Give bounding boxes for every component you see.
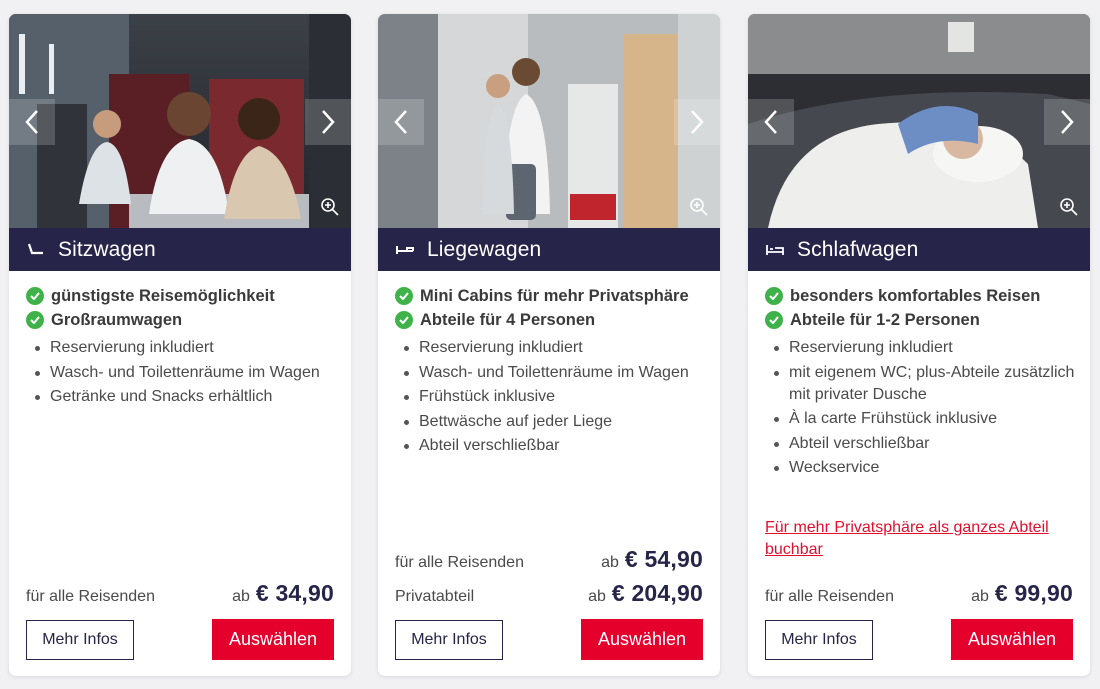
list-item: Abteil verschließbar	[401, 435, 711, 457]
private-compartment-link[interactable]: Für mehr Privatsphäre als ganzes Abteil …	[765, 517, 1075, 561]
list-item: Reservierung inkludiert	[771, 337, 1081, 359]
price-value: ab € 204,90	[588, 580, 703, 607]
feature-check-label: Abteile für 4 Personen	[420, 310, 596, 329]
prev-image-arrow[interactable]	[378, 99, 424, 145]
page: Sitzwagen günstigste Reisemöglichkeit Gr…	[0, 0, 1100, 689]
feature-check: günstigste Reisemöglichkeit	[26, 284, 275, 308]
price-label: für alle Reisenden	[395, 554, 524, 571]
next-image-arrow[interactable]	[1044, 99, 1090, 145]
bed-icon	[765, 243, 787, 257]
card-title: Liegewagen	[427, 237, 542, 261]
check-circle-icon	[395, 311, 413, 329]
card-header: Sitzwagen	[9, 228, 351, 271]
price-label: Privatabteil	[395, 588, 475, 605]
photo-sitzwagen	[9, 14, 351, 228]
chevron-left-icon	[764, 110, 777, 134]
zoom-button[interactable]	[315, 192, 345, 222]
next-image-arrow[interactable]	[674, 99, 720, 145]
price-value: ab € 34,90	[232, 580, 334, 607]
feature-check-label: besonders komfortables Reisen	[790, 286, 1041, 305]
feature-check-label: Mini Cabins für mehr Privatsphäre	[420, 286, 689, 305]
photo-liegewagen	[378, 14, 720, 228]
check-circle-icon	[395, 287, 413, 305]
feature-check-label: günstigste Reisemöglichkeit	[51, 286, 275, 305]
list-item: À la carte Frühstück inklusive	[771, 408, 1081, 430]
more-info-button[interactable]: Mehr Infos	[765, 620, 873, 660]
price-label: für alle Reisenden	[26, 588, 155, 605]
zoom-button[interactable]	[1054, 192, 1084, 222]
check-circle-icon	[765, 311, 783, 329]
feature-check: Abteile für 4 Personen	[395, 308, 689, 332]
price-row: für alle Reisenden ab € 99,90	[765, 580, 1073, 607]
card-title: Sitzwagen	[58, 237, 156, 261]
seat-icon	[26, 243, 48, 257]
card-schlafwagen: Schlafwagen besonders komfortables Reise…	[748, 14, 1090, 676]
feature-checks: günstigste Reisemöglichkeit Großraumwage…	[26, 284, 275, 332]
feature-list: Reservierung inkludiert Wasch- und Toile…	[401, 337, 711, 460]
feature-check: Mini Cabins für mehr Privatsphäre	[395, 284, 689, 308]
select-button[interactable]: Auswählen	[212, 619, 334, 660]
more-info-button[interactable]: Mehr Infos	[26, 620, 134, 660]
price-prefix: ab	[601, 554, 619, 571]
check-circle-icon	[765, 287, 783, 305]
couchette-icon	[395, 243, 417, 257]
select-button[interactable]: Auswählen	[581, 619, 703, 660]
price-prefix: ab	[232, 588, 250, 605]
feature-checks: besonders komfortables Reisen Abteile fü…	[765, 284, 1040, 332]
list-item: Wasch- und Toilettenräume im Wagen	[32, 362, 342, 384]
price-row: Privatabteil ab € 204,90	[395, 580, 703, 607]
next-image-arrow[interactable]	[305, 99, 351, 145]
price-amount: € 204,90	[611, 580, 703, 606]
price-value: ab € 54,90	[601, 546, 703, 573]
feature-list: Reservierung inkludiert Wasch- und Toile…	[32, 337, 342, 411]
price-row: für alle Reisenden ab € 34,90	[26, 580, 334, 607]
price-amount: € 54,90	[624, 546, 703, 572]
chevron-right-icon	[691, 110, 704, 134]
card-sitzwagen: Sitzwagen günstigste Reisemöglichkeit Gr…	[9, 14, 351, 676]
select-button[interactable]: Auswählen	[951, 619, 1073, 660]
prev-image-arrow[interactable]	[748, 99, 794, 145]
chevron-right-icon	[1061, 110, 1074, 134]
feature-checks: Mini Cabins für mehr Privatsphäre Abteil…	[395, 284, 689, 332]
price-prefix: ab	[588, 588, 606, 605]
check-circle-icon	[26, 287, 44, 305]
zoom-in-icon	[1060, 198, 1078, 216]
list-item: Frühstück inklusive	[401, 386, 711, 408]
prev-image-arrow[interactable]	[9, 99, 55, 145]
list-item: Abteil verschließbar	[771, 433, 1081, 455]
price-label: für alle Reisenden	[765, 588, 894, 605]
card-liegewagen: Liegewagen Mini Cabins für mehr Privatsp…	[378, 14, 720, 676]
list-item: Getränke und Snacks erhältlich	[32, 386, 342, 408]
price-value: ab € 99,90	[971, 580, 1073, 607]
zoom-in-icon	[321, 198, 339, 216]
check-circle-icon	[26, 311, 44, 329]
zoom-in-icon	[690, 198, 708, 216]
list-item: Bettwäsche auf jeder Liege	[401, 411, 711, 433]
list-item: Reservierung inkludiert	[401, 337, 711, 359]
photo-schlafwagen	[748, 14, 1090, 228]
card-header: Schlafwagen	[748, 228, 1090, 271]
card-header: Liegewagen	[378, 228, 720, 271]
feature-check-label: Abteile für 1-2 Personen	[790, 310, 980, 329]
list-item: Weckservice	[771, 457, 1081, 479]
feature-check-label: Großraumwagen	[51, 310, 183, 329]
chevron-left-icon	[25, 110, 38, 134]
feature-list: Reservierung inkludiert mit eigenem WC; …	[771, 337, 1081, 482]
price-amount: € 99,90	[994, 580, 1073, 606]
feature-check: besonders komfortables Reisen	[765, 284, 1040, 308]
list-item: Reservierung inkludiert	[32, 337, 342, 359]
price-amount: € 34,90	[255, 580, 334, 606]
more-info-button[interactable]: Mehr Infos	[395, 620, 503, 660]
card-title: Schlafwagen	[797, 237, 919, 261]
chevron-right-icon	[322, 110, 335, 134]
feature-check: Großraumwagen	[26, 308, 275, 332]
feature-check: Abteile für 1-2 Personen	[765, 308, 1040, 332]
price-row: für alle Reisenden ab € 54,90	[395, 546, 703, 573]
list-item: Wasch- und Toilettenräume im Wagen	[401, 362, 711, 384]
chevron-left-icon	[394, 110, 407, 134]
zoom-button[interactable]	[684, 192, 714, 222]
list-item: mit eigenem WC; plus-Abteile zusätzlich …	[771, 362, 1081, 406]
price-prefix: ab	[971, 588, 989, 605]
